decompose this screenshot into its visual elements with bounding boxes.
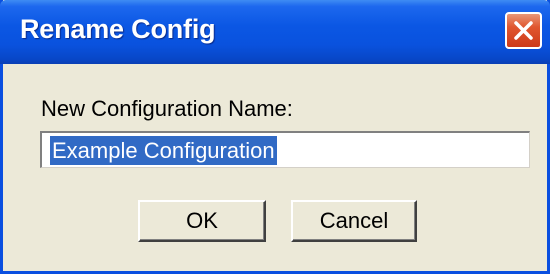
close-icon [514, 21, 533, 40]
window-title: Rename Config [20, 14, 216, 44]
configuration-name-value: Example Configuration [49, 135, 278, 166]
configuration-name-input[interactable]: Example Configuration [40, 131, 530, 168]
configuration-name-label: New Configuration Name: [41, 96, 293, 121]
title-bar[interactable]: Rename Config [0, 0, 550, 64]
ok-button[interactable]: OK [138, 200, 266, 242]
close-button[interactable] [505, 12, 542, 49]
rename-config-dialog: Rename Config New Configuration Name: Ex… [0, 0, 550, 274]
cancel-button[interactable]: Cancel [291, 200, 417, 242]
